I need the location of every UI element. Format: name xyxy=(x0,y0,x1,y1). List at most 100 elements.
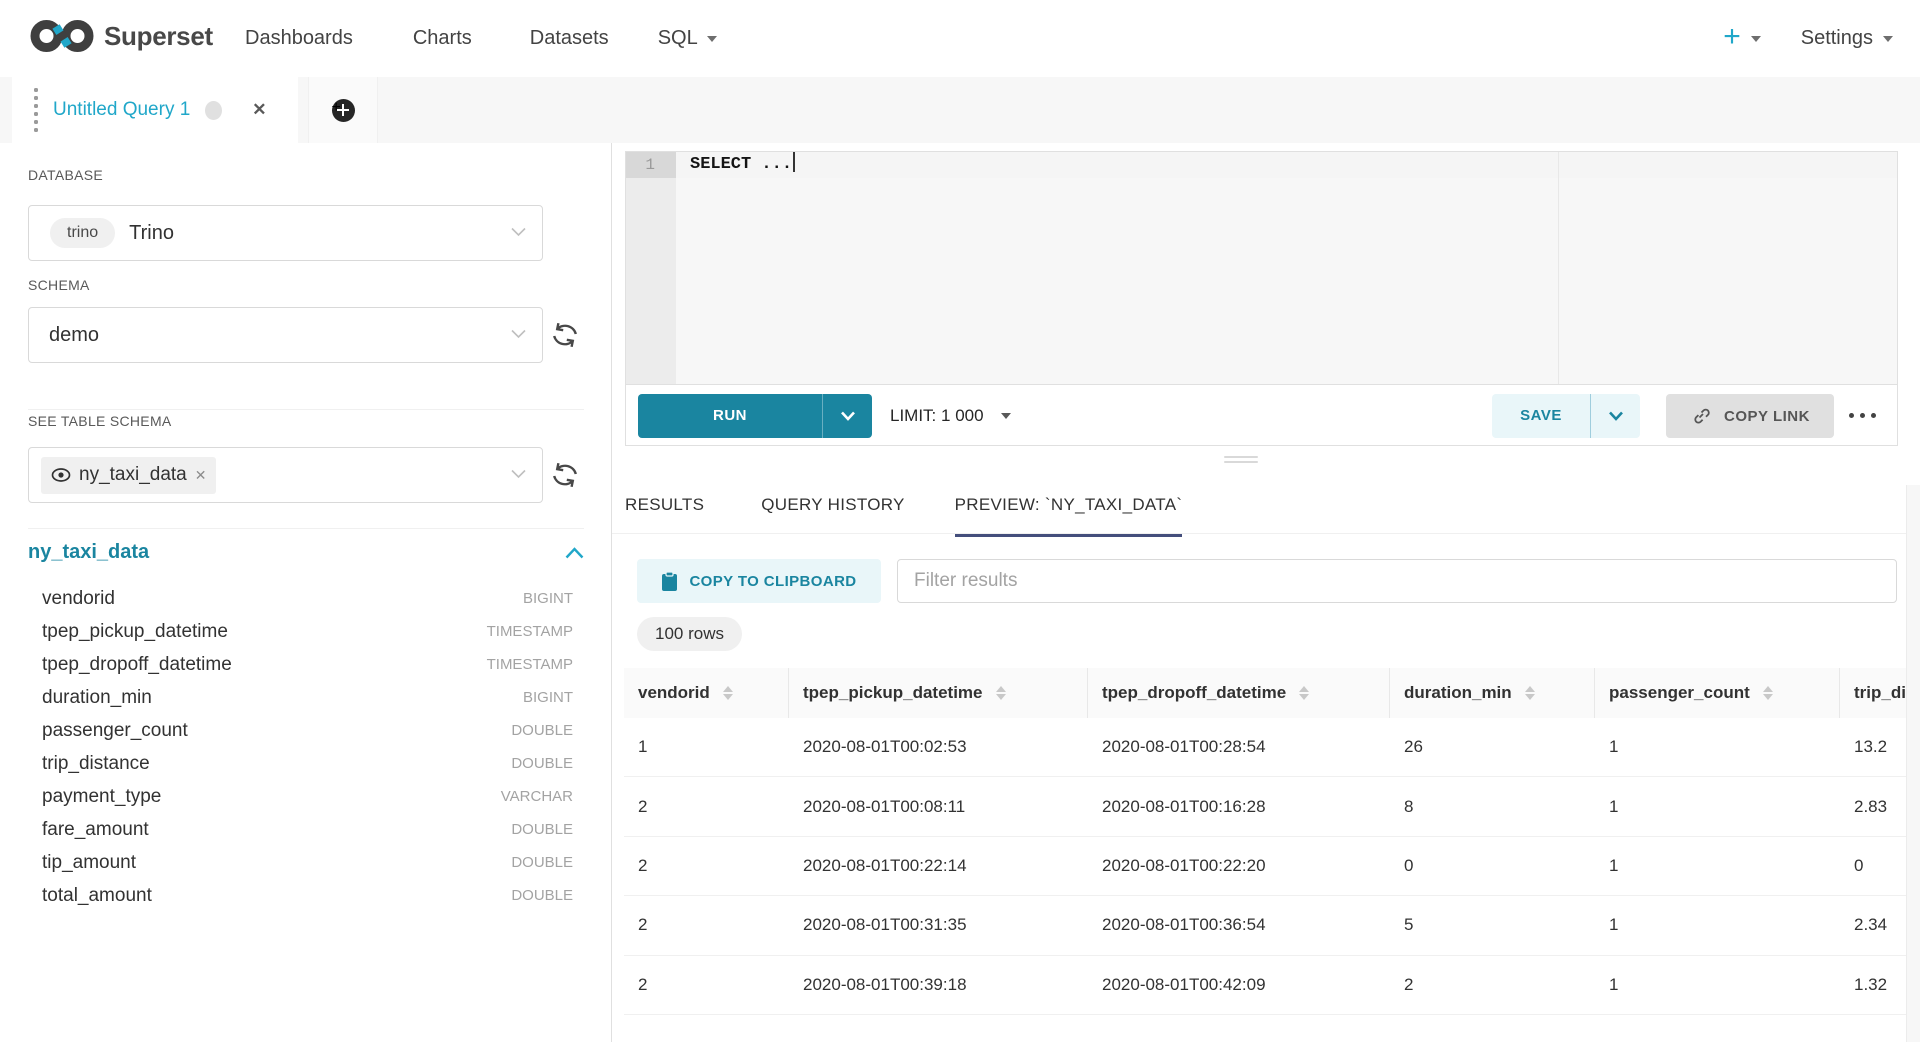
save-label[interactable]: SAVE xyxy=(1492,394,1590,438)
results-cell: 2 xyxy=(1390,956,1595,1014)
nav-item-dashboards[interactable]: Dashboards xyxy=(245,27,353,50)
schema-column-row: passenger_countDOUBLE xyxy=(42,714,573,747)
refresh-schema-icon[interactable] xyxy=(550,320,580,350)
results-table-row: 22020-08-01T00:08:112020-08-01T00:16:288… xyxy=(624,777,1906,836)
tab-close-icon[interactable]: ✕ xyxy=(252,100,266,120)
collapse-icon[interactable] xyxy=(565,547,584,559)
results-cell: 13.2 xyxy=(1840,718,1906,776)
sqllab-sidebar: DATABASE trino Trino SCHEMA demo SEE TAB… xyxy=(0,143,612,1042)
run-button[interactable]: RUN xyxy=(638,394,872,438)
plus-icon[interactable]: + xyxy=(1723,22,1741,52)
sidebar-divider xyxy=(28,528,584,529)
selected-table-tag: ny_taxi_data ✕ xyxy=(41,457,216,494)
sort-icon[interactable] xyxy=(1525,686,1535,701)
results-cell: 2020-08-01T00:08:11 xyxy=(789,777,1088,835)
save-dropdown-button[interactable] xyxy=(1591,394,1640,438)
results-cell: 2020-08-01T00:22:20 xyxy=(1088,837,1390,895)
results-col-header[interactable]: tpep_pickup_datetime xyxy=(789,668,1088,718)
column-name: trip_distance xyxy=(42,753,150,775)
editor-gutter: 1 xyxy=(626,152,676,384)
nav-item-datasets[interactable]: Datasets xyxy=(530,27,609,50)
copy-to-clipboard-button[interactable]: COPY TO CLIPBOARD xyxy=(637,559,881,603)
sql-editor[interactable]: 1 SELECT ... RUN LIMIT: 1 000 xyxy=(625,151,1898,446)
run-dropdown-button[interactable] xyxy=(823,394,872,438)
column-type: DOUBLE xyxy=(511,755,573,772)
sort-icon[interactable] xyxy=(996,686,1006,701)
database-select[interactable]: trino Trino xyxy=(28,205,543,261)
results-cell: 1 xyxy=(1595,718,1840,776)
results-table-header: vendoridtpep_pickup_datetimetpep_dropoff… xyxy=(624,668,1906,718)
tab-untitled-query[interactable]: Untitled Query 1 ✕ xyxy=(12,77,298,143)
remove-table-icon[interactable]: ✕ xyxy=(195,467,207,484)
results-col-header[interactable]: trip_distance xyxy=(1840,668,1906,718)
tab-title[interactable]: Untitled Query 1 xyxy=(53,99,190,121)
run-label[interactable]: RUN xyxy=(638,394,822,438)
column-name: tpep_pickup_datetime xyxy=(42,621,228,643)
chevron-down-icon xyxy=(1608,411,1624,421)
results-cell: 1 xyxy=(1595,956,1840,1014)
sort-icon[interactable] xyxy=(723,686,733,701)
chevron-down-icon xyxy=(511,227,526,237)
add-tab-button[interactable]: + xyxy=(308,77,378,143)
results-cell: 2020-08-01T00:31:35 xyxy=(789,896,1088,954)
editor-toolbar: RUN LIMIT: 1 000 SAVE xyxy=(626,384,1897,445)
nav-item-charts[interactable]: Charts xyxy=(413,27,472,50)
results-table-body: 12020-08-01T00:02:532020-08-01T00:28:542… xyxy=(624,718,1906,1015)
results-cell: 2.83 xyxy=(1840,777,1906,835)
rows-count-badge: 100 rows xyxy=(637,617,742,651)
save-button[interactable]: SAVE xyxy=(1492,394,1640,438)
pane-splitter-handle[interactable] xyxy=(1224,456,1258,466)
navbar: Superset Dashboards Charts Datasets SQL + S… xyxy=(0,0,1920,77)
column-name: duration_min xyxy=(42,687,152,709)
column-type: TIMESTAMP xyxy=(487,656,573,673)
results-scrollbar[interactable] xyxy=(1906,485,1920,1042)
results-table-row: 12020-08-01T00:02:532020-08-01T00:28:542… xyxy=(624,718,1906,777)
results-col-header[interactable]: vendorid xyxy=(624,668,789,718)
superset-logo[interactable]: Superset xyxy=(30,19,213,53)
settings-label[interactable]: Settings xyxy=(1801,27,1873,50)
results-cell: 1.32 xyxy=(1840,956,1906,1014)
results-tab-0[interactable]: RESULTS xyxy=(625,495,704,537)
table-select[interactable]: ny_taxi_data ✕ xyxy=(28,447,543,503)
results-cell: 2.34 xyxy=(1840,896,1906,954)
settings-caret-icon xyxy=(1883,36,1893,42)
sort-icon[interactable] xyxy=(1299,686,1309,701)
refresh-table-icon[interactable] xyxy=(550,460,580,490)
copy-link-button[interactable]: COPY LINK xyxy=(1666,394,1834,438)
results-col-header[interactable]: duration_min xyxy=(1390,668,1595,718)
editor-code-area[interactable]: SELECT ... xyxy=(676,152,1897,384)
results-tab-2[interactable]: PREVIEW: `NY_TAXI_DATA` xyxy=(955,495,1183,537)
plus-caret-icon xyxy=(1751,36,1761,42)
query-tabstrip: Untitled Query 1 ✕ + xyxy=(0,77,1920,143)
results-cell: 5 xyxy=(1390,896,1595,954)
schema-column-row: tip_amountDOUBLE xyxy=(42,846,573,879)
chevron-down-icon xyxy=(511,329,526,339)
schema-column-row: trip_distance DOUBLE xyxy=(42,747,573,780)
limit-dropdown[interactable]: LIMIT: 1 000 xyxy=(890,394,1011,438)
results-cell: 2 xyxy=(624,896,789,954)
database-label: DATABASE xyxy=(28,167,103,183)
drag-handle-icon[interactable] xyxy=(34,88,38,132)
table-schema-title[interactable]: ny_taxi_data xyxy=(28,541,149,564)
results-table-row: 22020-08-01T00:31:352020-08-01T00:36:545… xyxy=(624,896,1906,955)
column-name: total_amount xyxy=(42,885,152,907)
new-menu[interactable]: + xyxy=(1723,25,1761,52)
settings-menu[interactable]: Settings xyxy=(1801,27,1893,50)
results-tab-1[interactable]: QUERY HISTORY xyxy=(761,495,904,537)
superset-logo-icon xyxy=(30,19,94,53)
nav-item-sql[interactable]: SQL xyxy=(658,27,717,50)
results-col-header[interactable]: tpep_dropoff_datetime xyxy=(1088,668,1390,718)
results-cell: 2 xyxy=(624,956,789,1014)
results-cell: 2020-08-01T00:39:18 xyxy=(789,956,1088,1014)
column-name: tip_amount xyxy=(42,852,136,874)
database-tag: trino xyxy=(50,218,115,248)
schema-select[interactable]: demo xyxy=(28,307,543,363)
link-icon xyxy=(1690,405,1712,427)
column-type: BIGINT xyxy=(523,689,573,706)
sort-icon[interactable] xyxy=(1763,686,1773,701)
more-actions-button[interactable] xyxy=(1849,413,1876,418)
results-cell: 2020-08-01T00:02:53 xyxy=(789,718,1088,776)
filter-results-input[interactable] xyxy=(897,559,1897,603)
schema-column-row: vendoridBIGINT xyxy=(42,582,573,615)
results-col-header[interactable]: passenger_count xyxy=(1595,668,1840,718)
